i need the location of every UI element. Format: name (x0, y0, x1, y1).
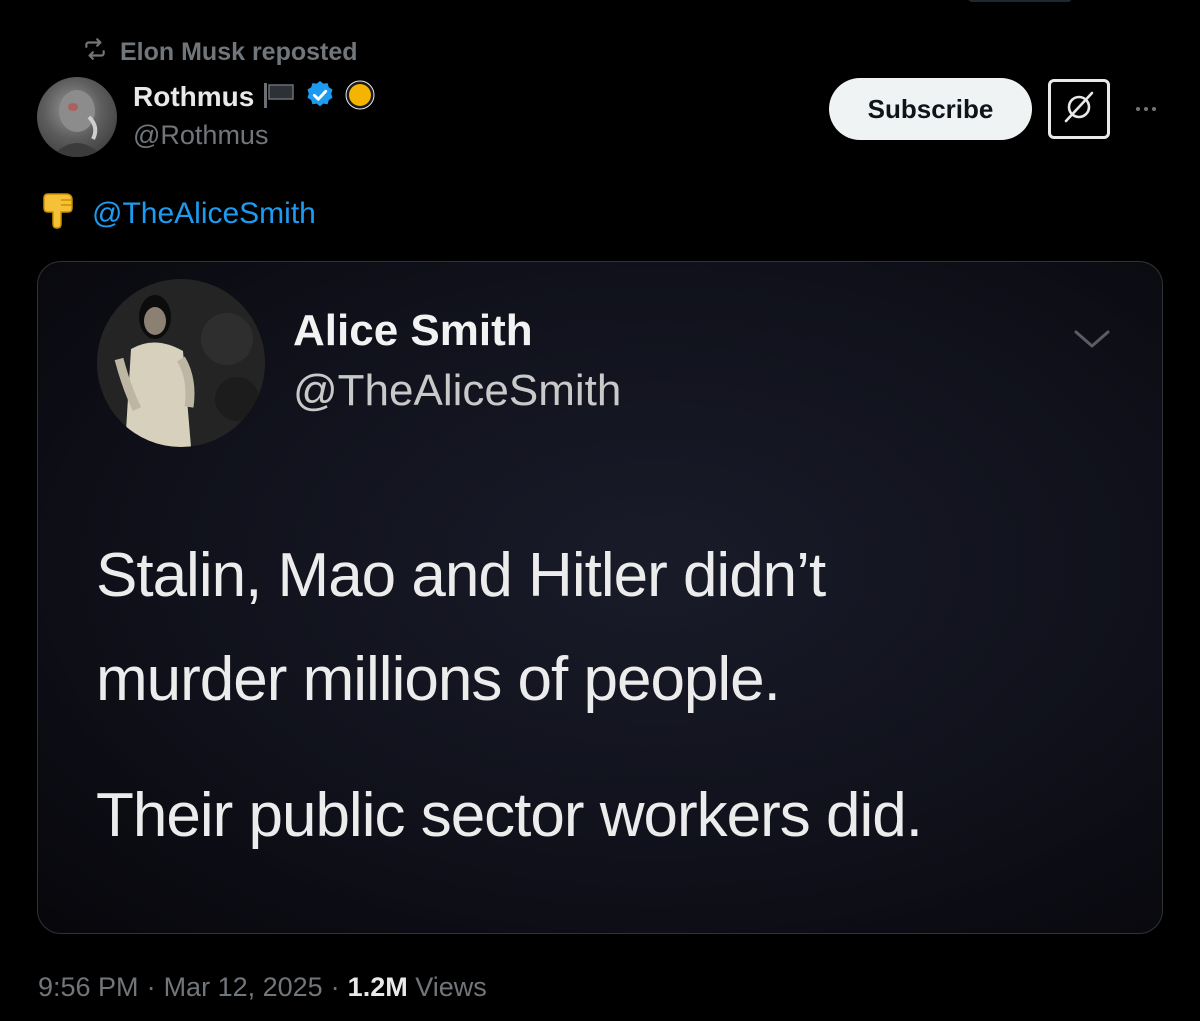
tweet-meta: 9:56 PM · Mar 12, 2025 · 1.2M Views (38, 968, 487, 1006)
subscribe-button[interactable]: Subscribe (829, 78, 1032, 140)
mention-link[interactable]: @TheAliceSmith (92, 197, 316, 231)
quoted-author-name: Alice Smith (293, 306, 533, 355)
tweet-text: @TheAliceSmith (40, 192, 316, 236)
top-scroll-indicator (968, 0, 1072, 2)
quoted-text-line: murder millions of people. (96, 645, 781, 714)
quoted-text-line: Their public sector workers did. (96, 781, 923, 850)
more-icon-dot (1144, 107, 1148, 111)
author-name-row: Rothmus (133, 79, 376, 115)
flag-icon (262, 81, 296, 114)
quoted-text-line: Stalin, Mao and Hitler didn’t (96, 541, 826, 610)
chevron-down-icon (1070, 324, 1114, 352)
yellow-circle-icon (344, 79, 376, 116)
repost-label: Elon Musk reposted (120, 37, 358, 66)
author-avatar[interactable] (37, 77, 117, 157)
pointing-down-icon (40, 190, 76, 238)
attached-image[interactable]: Alice Smith @TheAliceSmith Stalin, Mao a… (37, 261, 1163, 934)
tweet-time[interactable]: 9:56 PM (38, 972, 139, 1003)
tweet-date[interactable]: Mar 12, 2025 (164, 972, 323, 1003)
quoted-author-handle: @TheAliceSmith (293, 366, 622, 415)
author-name[interactable]: Rothmus (133, 81, 254, 113)
repost-context[interactable]: Elon Musk reposted (82, 36, 358, 68)
quoted-avatar-image (97, 279, 265, 447)
views-count: 1.2M (347, 971, 408, 1002)
grok-icon (1062, 90, 1096, 129)
meta-separator: · (330, 971, 340, 1002)
author-handle[interactable]: @Rothmus (133, 120, 268, 151)
grok-button[interactable] (1048, 79, 1110, 139)
views-stat[interactable]: 1.2M Views (348, 972, 487, 1003)
more-options-button[interactable] (1126, 94, 1166, 124)
more-icon-dot (1152, 107, 1156, 111)
repost-icon (82, 36, 108, 69)
more-icon-dot (1136, 107, 1140, 111)
verified-badge-icon[interactable] (304, 79, 336, 116)
meta-separator: · (146, 971, 156, 1002)
views-label: Views (415, 971, 487, 1002)
